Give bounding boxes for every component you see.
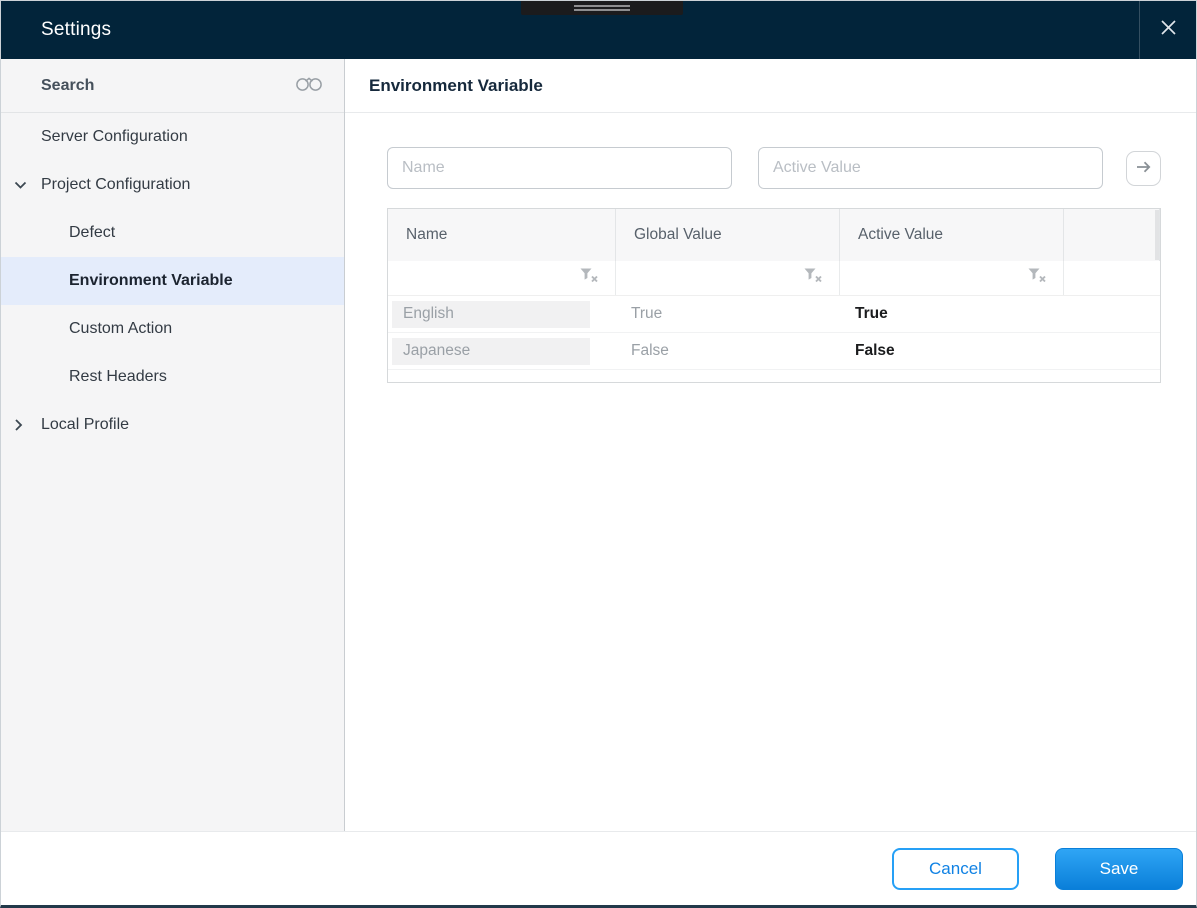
sidebar-search[interactable]: Search [1, 59, 344, 113]
sidebar-item-label: Server Configuration [41, 128, 188, 145]
variable-name: English [392, 300, 590, 328]
sidebar-item-custom-action[interactable]: Custom Action [1, 305, 344, 353]
save-button[interactable]: Save [1055, 847, 1183, 890]
dialog-footer: Cancel Save [1, 831, 1196, 905]
cell-global-value: True [631, 305, 663, 322]
add-variable-form [387, 147, 1161, 189]
sidebar-item-local-profile[interactable]: Local Profile [1, 401, 344, 449]
table-empty-space [388, 370, 1160, 382]
variable-name: Japanese [392, 337, 590, 365]
filter-cell-active-value[interactable] [840, 261, 1064, 295]
table-header-row: Name Global Value Active Value [388, 209, 1160, 261]
table-scrollbar [1155, 210, 1159, 260]
table-filter-row [388, 261, 1160, 296]
sidebar-item-environment-variable[interactable]: Environment Variable [1, 257, 344, 305]
active-value-input[interactable] [758, 147, 1103, 189]
column-header-active-value[interactable]: Active Value [840, 209, 1064, 261]
cell-active-value: True [855, 305, 888, 322]
cell-name: Japanese [388, 333, 616, 369]
column-header-actions [1064, 209, 1160, 261]
column-header-name[interactable]: Name [388, 209, 616, 261]
filter-clear-icon[interactable] [804, 268, 823, 288]
arrow-right-icon [1135, 159, 1152, 178]
cell-active-value: False [855, 342, 895, 359]
window-drag-handle [521, 1, 683, 15]
close-icon [1158, 17, 1179, 43]
chevron-down-icon [14, 181, 27, 190]
settings-dialog: Settings Search Server Configuration Pro… [0, 0, 1197, 908]
sidebar-item-label: Custom Action [69, 320, 173, 337]
sidebar-item-label: Rest Headers [69, 368, 167, 385]
filter-clear-icon[interactable] [1028, 268, 1047, 288]
main-header: Environment Variable [345, 59, 1196, 113]
filter-cell-actions [1064, 261, 1160, 295]
close-button[interactable] [1139, 1, 1196, 59]
column-header-global-value[interactable]: Global Value [616, 209, 840, 261]
sidebar-item-label: Local Profile [41, 416, 130, 433]
sidebar-item-label: Defect [69, 224, 116, 241]
table-row[interactable]: Japanese False False [388, 333, 1160, 370]
sidebar-item-label: Project Configuration [41, 176, 191, 193]
dialog-title: Settings [41, 19, 112, 40]
cell-global-value: False [631, 342, 669, 359]
table-row[interactable]: English True True [388, 296, 1160, 333]
chevron-right-icon [14, 419, 23, 432]
sidebar-item-server-configuration[interactable]: Server Configuration [1, 113, 344, 161]
name-input[interactable] [387, 147, 732, 189]
search-label: Search [41, 76, 95, 94]
binoculars-icon [294, 75, 324, 97]
cell-name: English [388, 296, 616, 332]
cell-actions [1064, 296, 1160, 332]
filter-cell-global-value[interactable] [616, 261, 840, 295]
sidebar: Search Server Configuration Project Conf… [1, 59, 345, 831]
cancel-button[interactable]: Cancel [892, 847, 1019, 890]
page-title: Environment Variable [369, 75, 543, 95]
environment-variable-table: Name Global Value Active Value English T… [387, 208, 1161, 383]
sidebar-item-label: Environment Variable [69, 272, 233, 289]
filter-clear-icon[interactable] [580, 268, 599, 288]
cell-actions [1064, 333, 1160, 369]
dialog-header: Settings [1, 1, 1196, 59]
dialog-body: Search Server Configuration Project Conf… [1, 59, 1196, 831]
filter-cell-name[interactable] [388, 261, 616, 295]
sidebar-item-defect[interactable]: Defect [1, 209, 344, 257]
main-panel: Environment Variable Name Global Value A… [345, 59, 1196, 831]
sidebar-item-rest-headers[interactable]: Rest Headers [1, 353, 344, 401]
sidebar-item-project-configuration[interactable]: Project Configuration [1, 161, 344, 209]
add-variable-button[interactable] [1126, 150, 1161, 186]
